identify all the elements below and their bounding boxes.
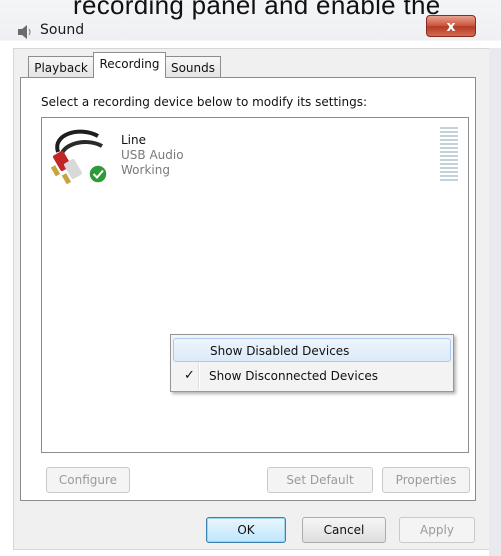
menu-item-show-disconnected[interactable]: ✓ Show Disconnected Devices (173, 364, 451, 388)
window-title: Sound (40, 22, 85, 38)
properties-button[interactable]: Properties (382, 467, 470, 493)
check-badge-icon (88, 164, 108, 184)
set-default-button[interactable]: Set Default (267, 467, 373, 493)
configure-button[interactable]: Configure (46, 467, 130, 493)
checkmark-icon: ✓ (184, 368, 195, 383)
speaker-icon (18, 25, 31, 39)
tab-playback[interactable]: Playback (28, 56, 94, 78)
instruction-text: Select a recording device below to modif… (41, 95, 368, 109)
ok-button[interactable]: OK (206, 517, 286, 543)
window-edge (489, 48, 501, 556)
overlay-caption: recording panel and enable the (73, 0, 441, 20)
apply-button[interactable]: Apply (399, 517, 475, 543)
tab-recording[interactable]: Recording (93, 52, 166, 78)
screenshot: Sound x recording panel and enable the P… (0, 0, 501, 556)
close-icon: x (446, 19, 456, 35)
level-meter (440, 127, 458, 183)
menu-item-show-disabled[interactable]: Show Disabled Devices (173, 338, 451, 362)
line-in-cable-icon[interactable] (50, 124, 112, 188)
device-name[interactable]: Line (121, 133, 146, 147)
context-menu: Show Disabled Devices ✓ Show Disconnecte… (170, 334, 454, 392)
device-description: USB Audio (121, 148, 184, 162)
cancel-button[interactable]: Cancel (302, 517, 386, 543)
device-status: Working (121, 163, 170, 177)
tab-sounds[interactable]: Sounds (165, 56, 221, 78)
